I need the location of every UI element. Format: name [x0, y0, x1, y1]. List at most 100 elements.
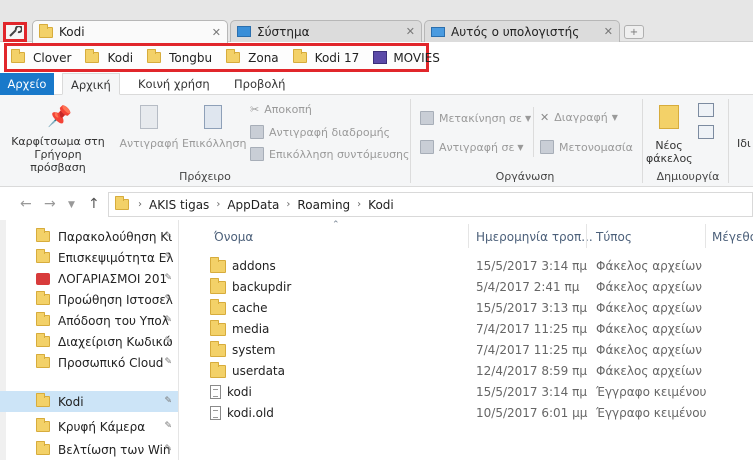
file-row[interactable]: backupdir 5/4/2017 2:41 πμ Φάκελος αρχεί…: [210, 277, 753, 298]
pin-icon[interactable]: ✎: [164, 252, 172, 262]
file-row[interactable]: addons 15/5/2017 3:14 πμ Φάκελος αρχείων: [210, 256, 753, 277]
paste-button[interactable]: Επικόλληση: [182, 105, 247, 150]
file-type: Φάκελος αρχείων: [596, 280, 702, 294]
new-item-icon[interactable]: [698, 103, 714, 117]
copy-to-button[interactable]: Αντιγραφή σε ▼: [420, 140, 524, 154]
ribbon-divider: [410, 99, 411, 183]
close-icon[interactable]: ✕: [604, 25, 613, 38]
close-icon[interactable]: ✕: [406, 25, 415, 38]
file-name: system: [232, 343, 276, 357]
tab-share[interactable]: Κοινή χρήση: [130, 73, 218, 95]
ribbon: 📌 Καρφίτσωμα στη Γρήγορη πρόσβαση Αντιγρ…: [0, 95, 753, 187]
bookmark-kodi-17[interactable]: Kodi 17: [292, 49, 359, 65]
bookmark-kodi[interactable]: Kodi: [85, 49, 133, 65]
folder-icon: [36, 249, 50, 263]
file-date: 10/5/2017 6:01 μμ: [476, 406, 588, 420]
pin-icon[interactable]: ✎: [164, 357, 172, 367]
file-type: Φάκελος αρχείων: [596, 259, 702, 273]
cut-button[interactable]: ✂ Αποκοπή: [250, 103, 312, 116]
wrench-icon[interactable]: [3, 22, 27, 42]
easy-access-icon[interactable]: [698, 125, 714, 139]
rename-button[interactable]: Μετονομασία: [540, 140, 633, 154]
pin-icon[interactable]: ✎: [164, 421, 172, 431]
bookmarks-bar: Clover Kodi Tongbu Zona Kodi 17 MOVIES: [4, 43, 440, 72]
nav-item[interactable]: Προσωπικό Cloud ✎: [0, 352, 178, 373]
properties-button[interactable]: Ιδι: [737, 137, 751, 150]
pin-icon[interactable]: ✎: [164, 396, 172, 406]
bookmark-clover[interactable]: Clover: [11, 49, 71, 65]
text-file-icon: [210, 406, 221, 420]
pin-icon: 📌: [47, 104, 72, 128]
column-size[interactable]: Μέγεθο: [712, 226, 753, 248]
file-row[interactable]: kodi.old 10/5/2017 6:01 μμ Έγγραφο κειμέ…: [210, 403, 753, 424]
tab-this-pc[interactable]: Αυτός ο υπολογιστής ✕: [424, 20, 620, 42]
breadcrumb-kodi[interactable]: Kodi: [368, 198, 394, 212]
new-tab-button[interactable]: +: [624, 25, 644, 39]
breadcrumb-appdata[interactable]: AppData: [227, 198, 279, 212]
file-row[interactable]: cache 15/5/2017 3:13 πμ Φάκελος αρχείων: [210, 298, 753, 319]
nav-item[interactable]: Κρυφή Κάμερα ✎: [0, 416, 178, 437]
pane-divider[interactable]: [178, 220, 179, 460]
move-to-button[interactable]: Μετακίνηση σε ▼: [420, 111, 531, 125]
folder-icon: [210, 340, 226, 357]
tab-kodi[interactable]: Kodi ✕: [32, 20, 228, 43]
tab-home[interactable]: Αρχική: [62, 73, 120, 95]
file-row[interactable]: system 7/4/2017 11:25 πμ Φάκελος αρχείων: [210, 340, 753, 361]
file-row[interactable]: userdata 12/4/2017 8:59 πμ Φάκελος αρχεί…: [210, 361, 753, 382]
bookmark-label: MOVIES: [393, 50, 440, 65]
folder-icon: [36, 291, 50, 305]
tab-system[interactable]: Σύστημα ✕: [230, 20, 422, 42]
paste-label: Επικόλληση: [182, 137, 247, 150]
delete-button[interactable]: ✕ Διαγραφή ▼: [540, 111, 618, 124]
nav-item-label: Απόδοση του Υπολ: [58, 313, 169, 328]
nav-item[interactable]: Προώθηση Ιστοσελ ✎: [0, 289, 178, 310]
close-icon[interactable]: ✕: [212, 26, 221, 39]
tab-view[interactable]: Προβολή: [226, 73, 293, 95]
pin-icon[interactable]: ✎: [164, 273, 172, 283]
column-name[interactable]: Όνομα: [214, 226, 253, 248]
copy-path-button[interactable]: Αντιγραφή διαδρομής: [250, 125, 390, 139]
nav-item[interactable]: Επισκεψιμότητα Ελ ✎: [0, 247, 178, 268]
nav-item-selected[interactable]: Kodi ✎: [0, 391, 178, 412]
column-divider[interactable]: [468, 224, 469, 248]
breadcrumb-user[interactable]: AKIS tigas: [149, 198, 209, 212]
recent-locations-icon[interactable]: ▼: [68, 200, 75, 210]
column-divider[interactable]: [586, 224, 587, 248]
paste-shortcut-button[interactable]: Επικόλληση συντόμευσης: [250, 147, 409, 161]
address-bar[interactable]: › AKIS tigas › AppData › Roaming › Kodi: [108, 192, 753, 217]
pin-icon[interactable]: ✎: [164, 231, 172, 241]
tab-file[interactable]: Αρχείο: [0, 73, 54, 95]
folder-icon: [11, 49, 25, 63]
folder-icon: [210, 319, 226, 336]
bookmark-zona[interactable]: Zona: [226, 49, 279, 65]
file-row[interactable]: kodi 15/5/2017 3:14 πμ Έγγραφο κειμένου: [210, 382, 753, 403]
nav-item[interactable]: Βελτίωση των Win ✎: [0, 439, 178, 460]
pin-icon[interactable]: ✎: [164, 336, 172, 346]
nav-item[interactable]: Απόδοση του Υπολ ✎: [0, 310, 178, 331]
nav-item[interactable]: ΛΟΓΑΡΙΑΣΜΟΙ 201 ✎: [0, 268, 178, 289]
forward-arrow-icon[interactable]: →: [44, 196, 56, 212]
pin-icon[interactable]: ✎: [164, 294, 172, 304]
column-divider[interactable]: [705, 224, 706, 248]
sort-caret-icon: ⌃: [332, 220, 340, 230]
pin-icon[interactable]: ✎: [164, 444, 172, 454]
nav-item-label: Παρακολούθηση Κι: [58, 229, 173, 244]
copy-button[interactable]: Αντιγραφή: [118, 105, 180, 150]
nav-item[interactable]: Παρακολούθηση Κι ✎: [0, 226, 178, 247]
breadcrumb-roaming[interactable]: Roaming: [297, 198, 350, 212]
chevron-right-icon: ›: [216, 199, 221, 210]
column-type[interactable]: Τύπος: [596, 226, 632, 248]
file-type: Φάκελος αρχείων: [596, 322, 702, 336]
nav-item[interactable]: Διαχείριση Κωδικώ ✎: [0, 331, 178, 352]
up-arrow-icon[interactable]: ↑: [88, 196, 100, 212]
ribbon-divider: [728, 99, 729, 183]
back-arrow-icon[interactable]: ←: [20, 196, 32, 212]
bookmark-tongbu[interactable]: Tongbu: [147, 49, 212, 65]
new-folder-button[interactable]: Νέος φάκελος: [646, 105, 693, 165]
column-date[interactable]: Ημερομηνία τροπ...: [476, 226, 593, 248]
file-row[interactable]: media 7/4/2017 11:25 πμ Φάκελος αρχείων: [210, 319, 753, 340]
bookmark-movies[interactable]: MOVIES: [373, 51, 440, 65]
pin-quick-access-button[interactable]: 📌 Καρφίτσωμα στη Γρήγορη πρόσβαση: [6, 105, 110, 174]
folder-icon: [210, 277, 226, 294]
pin-icon[interactable]: ✎: [164, 315, 172, 325]
